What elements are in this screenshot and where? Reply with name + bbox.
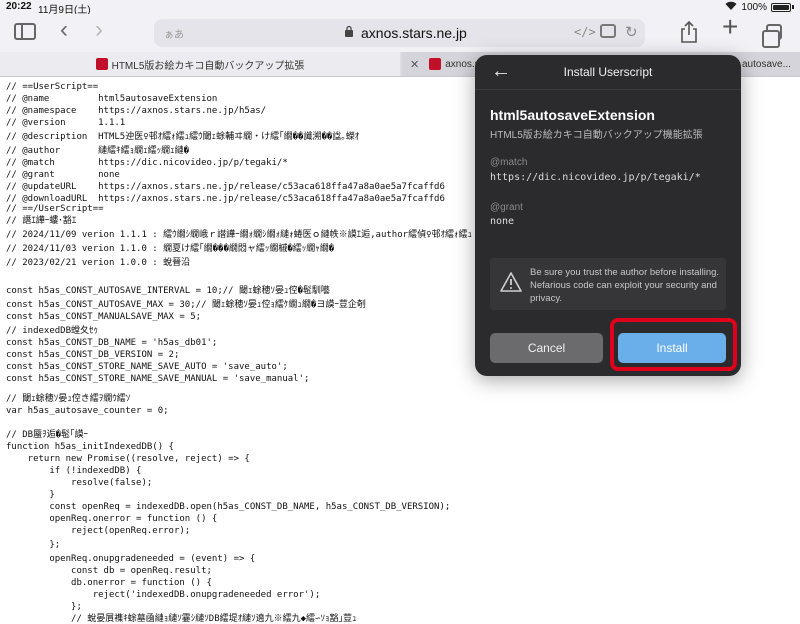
code-line: // @description HTML5迚医♀邨ｵ繧ｫ繧ｭ繧ｳ閾ｪ蜍輔ヰ繝・け… <box>6 132 360 142</box>
code-line: // @author 縺繧ｷ繧ｮ繝ｪ繧ｯ繝ｪ縺� <box>6 146 190 156</box>
code-line: // @name html5autosaveExtension <box>6 94 218 104</box>
url-text[interactable]: axnos.stars.ne.jp <box>361 25 467 41</box>
code-line: db.onerror = function () { <box>6 578 212 588</box>
code-line: // indexedDB螳夂ｾｩ <box>6 326 99 336</box>
back-icon[interactable]: ‹ <box>60 18 68 42</box>
code-line: function h5as_initIndexedDB() { <box>6 442 174 452</box>
code-line: const h5as_CONST_STORE_NAME_SAVE_AUTO = … <box>6 362 288 372</box>
battery-icon <box>771 2 791 12</box>
code-line: } <box>6 490 55 500</box>
code-line: const h5as_CONST_AUTOSAVE_INTERVAL = 10;… <box>6 286 330 296</box>
code-icon[interactable]: </> <box>574 25 596 39</box>
code-line: // 2024/11/09 verion 1.1.1 : 繧ｳ繝ｼ繝峨ｒ譛譁ｰ繝… <box>6 230 472 240</box>
code-line: // @downloadURL https://axnos.stars.ne.j… <box>6 194 445 204</box>
code-line: }; <box>6 540 61 550</box>
close-icon[interactable]: ✕ <box>410 58 419 71</box>
input-mode-indicator: ぁあ <box>164 30 184 41</box>
browser-toolbar: ‹ › ぁあ axnos.stars.ne.jp </> ↻ + <box>0 13 800 52</box>
code-line: // @namespace https://axnos.stars.ne.jp/… <box>6 106 267 116</box>
battery-percent: 100% <box>741 1 767 13</box>
code-line: // @updateURL https://axnos.stars.ne.jp/… <box>6 182 445 192</box>
code-line: // ==UserScript== <box>6 82 99 92</box>
install-highlight-box <box>610 318 737 371</box>
sidebar-toggle-icon[interactable] <box>14 23 36 40</box>
warning-icon <box>500 272 522 292</box>
code-line: const h5as_CONST_MANUALSAVE_MAX = 5; <box>6 312 202 322</box>
panel-title: Install Userscript <box>563 65 653 79</box>
code-line: // 閾ｪ蜍穂ｿ晏ｭ倥き繧ｦ繝ｳ繧ｿ <box>6 394 131 404</box>
code-line: // DB蜃ｦ逅�髢｢謨ｰ <box>6 430 89 440</box>
code-line: // @version 1.1.1 <box>6 118 126 128</box>
lock-icon <box>344 25 354 40</box>
code-line: // @match https://dic.nicovideo.jp/p/teg… <box>6 158 288 168</box>
code-line: return new Promise((resolve, reject) => … <box>6 454 250 464</box>
code-line: const openReq = indexedDB.open(h5as_CONS… <box>6 502 451 512</box>
warning-text: Be sure you trust the author before inst… <box>530 267 720 304</box>
grant-value: none <box>490 216 515 227</box>
address-bar[interactable]: ぁあ axnos.stars.ne.jp </> ↻ <box>154 19 645 47</box>
battery-tip <box>792 5 794 9</box>
code-line: }; <box>6 602 82 612</box>
reload-icon[interactable]: ↻ <box>625 23 638 41</box>
cancel-button[interactable]: Cancel <box>490 333 603 363</box>
code-line: var h5as_autosave_counter = 0; <box>6 406 169 416</box>
status-time: 20:22 <box>6 1 32 12</box>
tab-label: autosave... <box>742 58 791 70</box>
code-line: reject('indexedDB.onupgradeneeded error'… <box>6 590 321 600</box>
code-line: const h5as_CONST_STORE_NAME_SAVE_MANUAL … <box>6 374 310 384</box>
code-line: const h5as_CONST_DB_VERSION = 2; <box>6 350 180 360</box>
code-line: // ==/UserScript== <box>6 204 104 214</box>
code-line: // @grant none <box>6 170 120 180</box>
extension-icon[interactable] <box>600 24 616 38</box>
share-icon[interactable] <box>680 20 698 47</box>
code-line: resolve(false); <box>6 478 153 488</box>
panel-header: ← Install Userscript <box>475 55 741 90</box>
tab-active[interactable]: HTML5版お絵カキコ自動バックアップ拡張 <box>0 52 400 76</box>
code-line: // 蛻晏屓襍ｷ蜍墓凾縺ｮ縺ｿ霎ｼ縺ｿDB繧堤ｵ縺ｿ遶九※繧九◆繧∽ｿｮ豁｣荳ｭ <box>6 614 357 624</box>
favicon-icon <box>429 58 442 70</box>
script-description: HTML5版お絵カキコ自動バックアップ機能拡張 <box>490 130 703 141</box>
code-line: reject(openReq.error); <box>6 526 191 536</box>
code-line: openReq.onupgradeneeded = (event) => { <box>6 554 256 564</box>
tab-third[interactable]: autosave... <box>740 52 800 76</box>
grant-label: @grant <box>490 202 523 213</box>
code-line: const h5as_CONST_DB_NAME = 'h5as_db01'; <box>6 338 218 348</box>
code-line: const db = openReq.result; <box>6 566 212 576</box>
new-tab-icon[interactable]: + <box>722 13 738 41</box>
code-line: // 2023/02/21 verion 1.0.0 : 蛻晉沿 <box>6 258 191 268</box>
code-line: // 2024/11/03 verion 1.1.0 : 繝夏け繧｢繝���繝悶… <box>6 244 335 254</box>
forward-icon[interactable]: › <box>95 18 103 42</box>
script-name: html5autosaveExtension <box>490 107 655 123</box>
status-bar: 20:22 11月9日(土) 100% <box>0 0 800 16</box>
match-value: https://dic.nicovideo.jp/p/tegaki/* <box>490 172 701 183</box>
match-label: @match <box>490 157 528 168</box>
security-warning: Be sure you trust the author before inst… <box>490 258 726 310</box>
code-line: openReq.onerror = function () { <box>6 514 218 524</box>
code-line: const h5as_CONST_AUTOSAVE_MAX = 30;// 閾ｪ… <box>6 300 366 310</box>
code-line: // 譖ｴ譁ｰ螻･豁ｴ <box>6 216 77 226</box>
tab-overview-icon[interactable] <box>762 24 782 48</box>
code-line: if (!indexedDB) { <box>6 466 142 476</box>
favicon-icon <box>95 58 108 70</box>
tab-label: HTML5版お絵カキコ自動バックアップ拡張 <box>111 60 305 72</box>
